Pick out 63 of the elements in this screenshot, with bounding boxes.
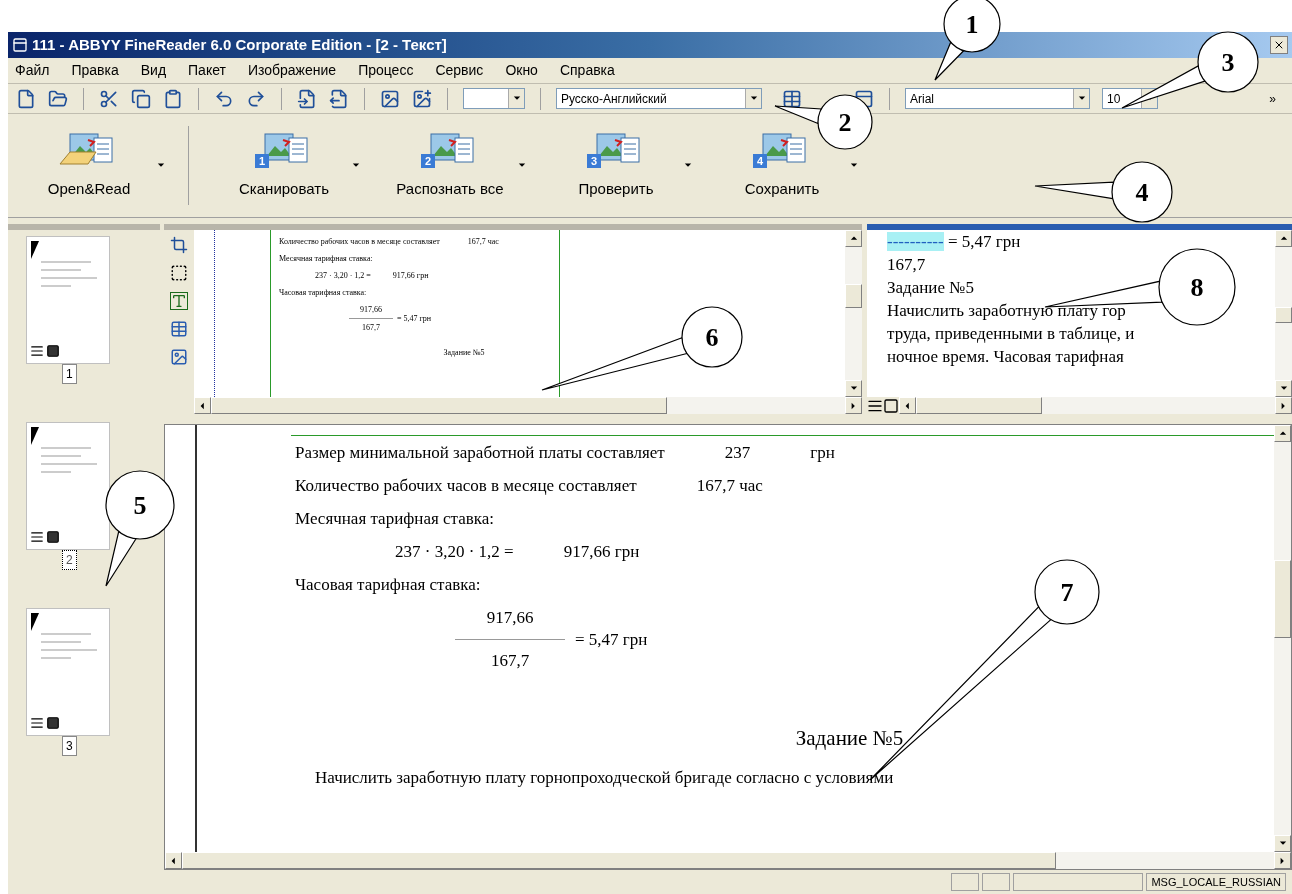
- menu-item[interactable]: Справка: [556, 60, 618, 81]
- document-text: 167,7 час: [467, 236, 499, 247]
- language-combo[interactable]: Русско-Английский: [556, 88, 762, 109]
- formula-text: 917,66 грн: [563, 541, 640, 563]
- toolbar-button[interactable]: 3 Проверить: [551, 126, 681, 205]
- menu-item[interactable]: Сервис: [432, 60, 487, 81]
- document-text: Часовая тарифная ставка:: [295, 574, 481, 596]
- heading-text: Задание №5: [795, 727, 904, 749]
- formula-text: 237 · 3,20 · 1,2 =: [395, 541, 514, 563]
- page-number[interactable]: 1: [62, 364, 77, 384]
- step-badge: 2: [421, 154, 435, 169]
- callout-number: 7: [1060, 578, 1074, 607]
- menu-item[interactable]: Процесс: [355, 60, 417, 81]
- document-text: Месячная тарифная ставка:: [295, 508, 495, 530]
- callout-number: 1: [965, 10, 979, 39]
- document-text: 167,7 час: [696, 475, 763, 497]
- recognized-text-line: Задание №5: [887, 277, 974, 299]
- formula-text: 237 · 3,20 · 1,2 =: [315, 270, 371, 281]
- formula-text: 917,66 грн: [392, 270, 429, 281]
- menu-item[interactable]: Файл: [12, 60, 53, 81]
- locale-status: MSG_LOCALE_RUSSIAN: [1146, 873, 1286, 891]
- recognized-text-line: ночное время. Часовая тарифная: [887, 346, 1124, 368]
- heading-text: Задание №5: [443, 347, 485, 358]
- recognized-text-line: Начислить заработную плату гор: [887, 300, 1126, 322]
- toolbar-button[interactable]: 1 Сканировать: [219, 126, 349, 205]
- menu-item[interactable]: Правка: [68, 60, 122, 81]
- page-number[interactable]: 3: [62, 736, 77, 756]
- callout-number: 6: [705, 323, 719, 352]
- menu-item[interactable]: Изображение: [244, 60, 340, 81]
- step-badge: 1: [255, 154, 269, 169]
- recognized-text-line: 167,7: [887, 254, 926, 276]
- formula-text: = 5,47 грн: [575, 628, 648, 651]
- window-title: 111 - ABBYY FineReader 6.0 Corporate Edition - [2 - Текст]: [32, 34, 447, 55]
- font-combo[interactable]: Arial: [905, 88, 1090, 109]
- menu-item[interactable]: Вид: [137, 60, 170, 81]
- fraction-denominator: 167,7: [490, 650, 530, 672]
- callout-number: 2: [838, 108, 852, 137]
- callout-number: 8: [1190, 273, 1204, 302]
- formula-text: = 5,47 грн: [397, 313, 432, 324]
- callout-number: 5: [133, 491, 147, 520]
- document-text: 237: [724, 442, 751, 464]
- toolbar-button[interactable]: Open&Read: [24, 126, 154, 205]
- toolbar-overflow-button[interactable]: »: [1269, 89, 1284, 108]
- step-badge: 3: [587, 154, 601, 169]
- document-text: Месячная тарифная ставка:: [279, 253, 373, 264]
- document-text: грн: [810, 442, 835, 464]
- fraction-numerator: 917,66: [360, 304, 382, 315]
- step-badge: 4: [753, 154, 767, 169]
- menu-item[interactable]: Окно: [502, 60, 541, 81]
- callout-number: 3: [1221, 48, 1235, 77]
- document-text: Часовая тарифная ставка:: [279, 287, 367, 298]
- document-text: Количество рабочих часов в месяце составляет: [279, 236, 440, 247]
- fraction-numerator: 917,66: [486, 607, 534, 629]
- page-number[interactable]: 2: [62, 550, 77, 570]
- document-text: Количество рабочих часов в месяце составляет: [295, 475, 637, 497]
- recognized-text-line: ---------- = 5,47 грн: [887, 231, 1021, 253]
- recognized-text-line: труда, приведенными в таблице, и: [887, 323, 1135, 345]
- toolbar-button[interactable]: 2 Распознать все: [385, 126, 515, 205]
- paragraph-text: Начислить заработную плату горнопроходческой бригаде согласно с условиями: [315, 767, 894, 789]
- document-text: Размер минимальной заработной платы составляет: [295, 442, 665, 464]
- fraction-denominator: 167,7: [362, 322, 380, 333]
- callout-number: 4: [1135, 178, 1149, 207]
- menu-item[interactable]: Пакет: [185, 60, 229, 81]
